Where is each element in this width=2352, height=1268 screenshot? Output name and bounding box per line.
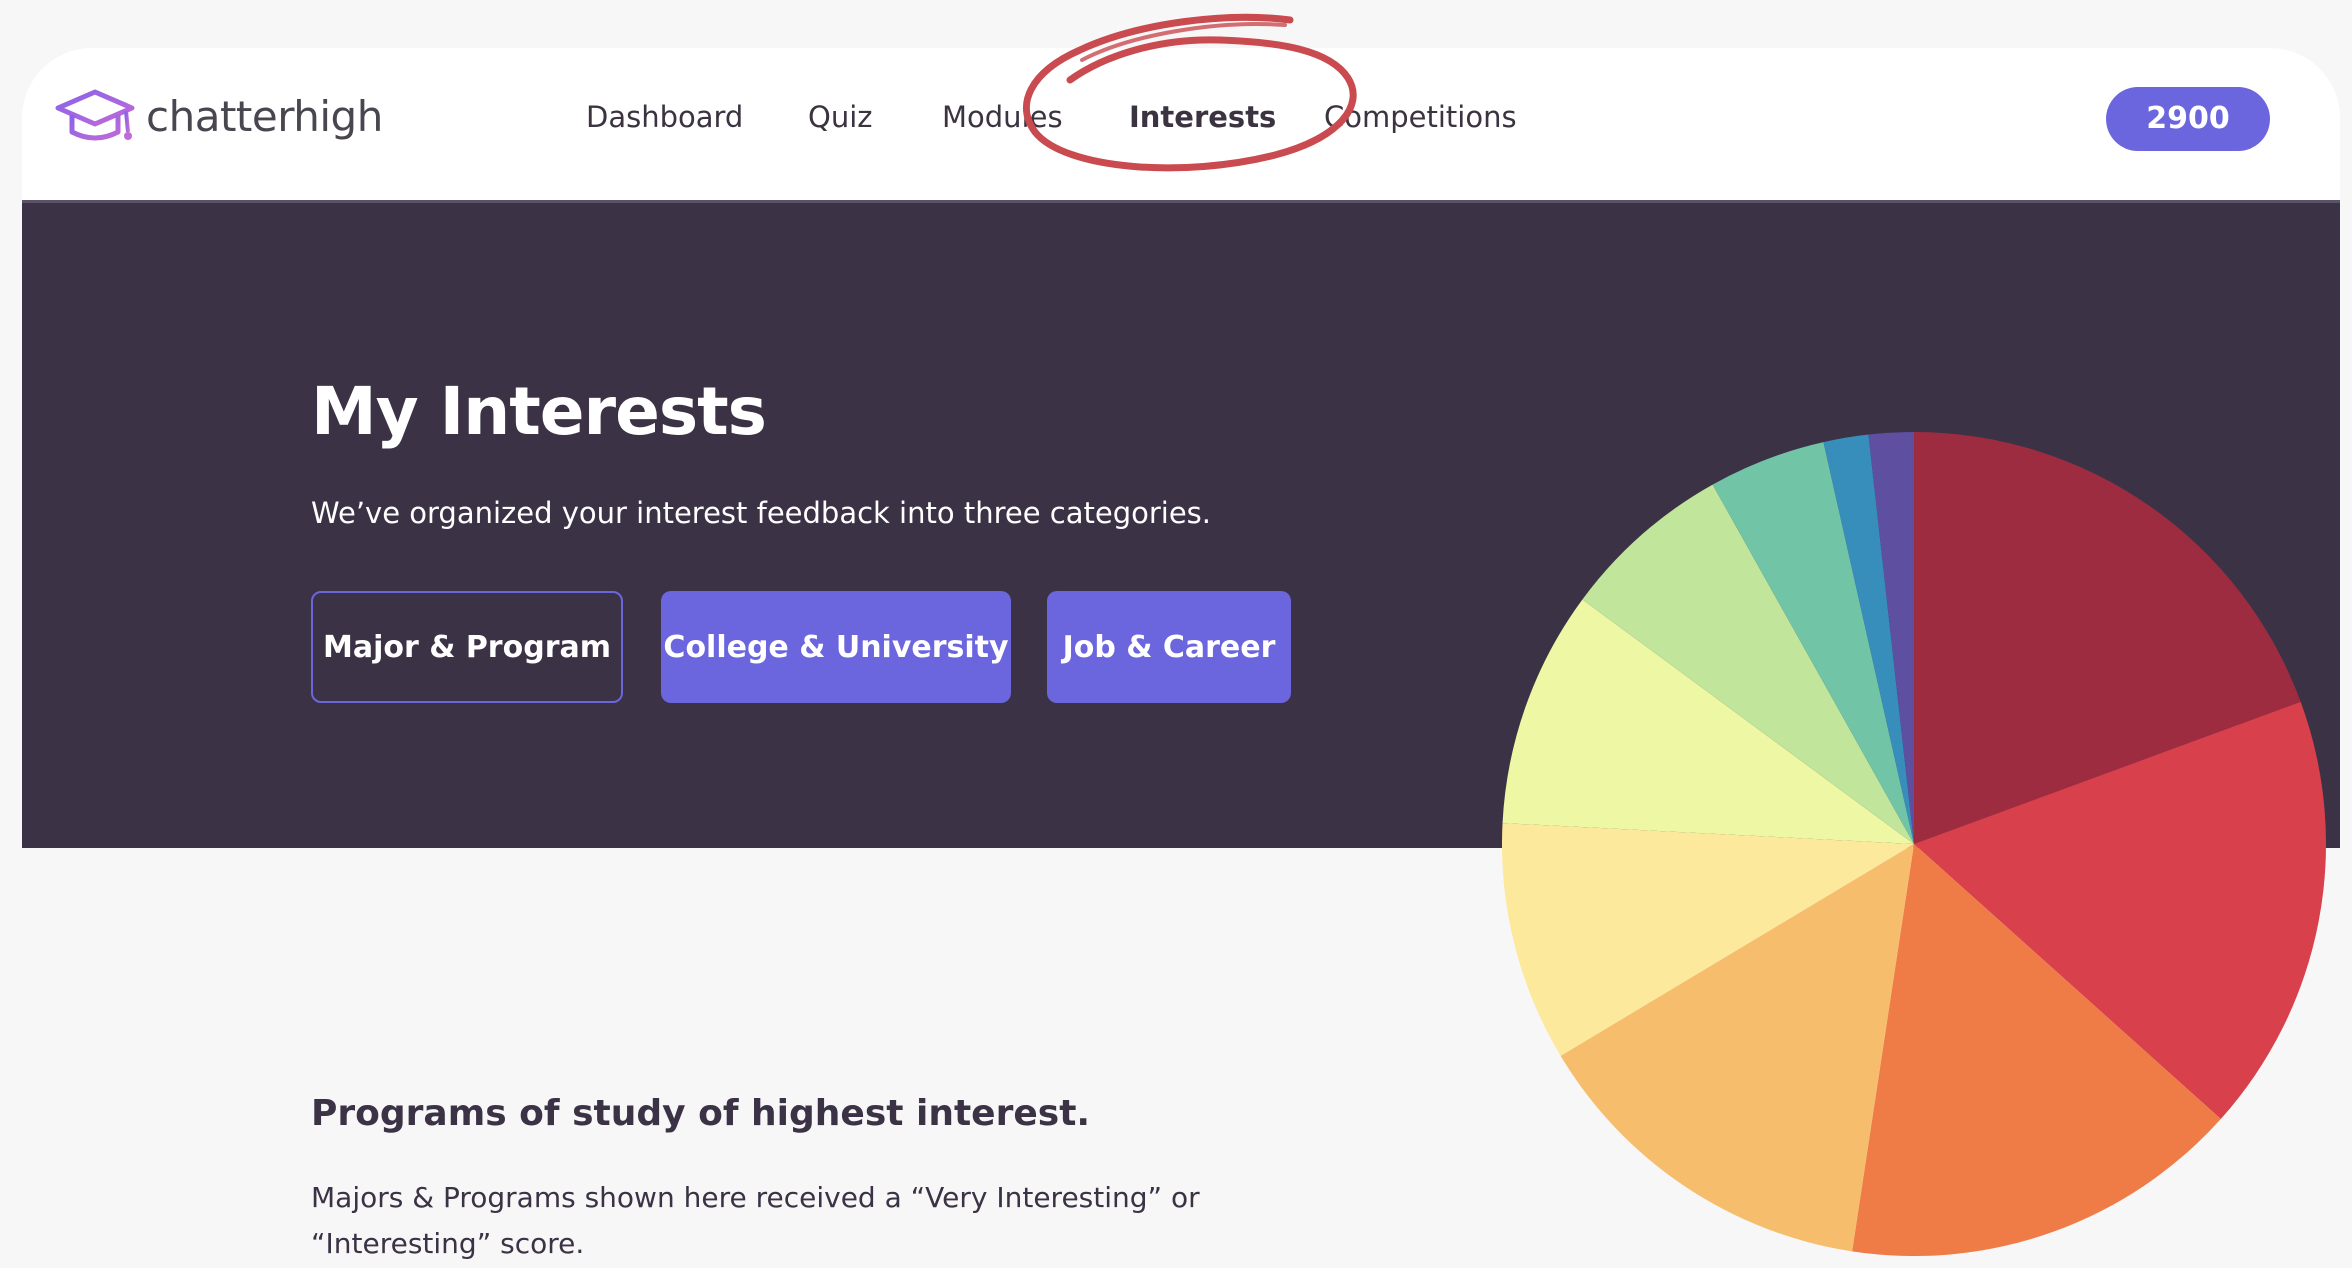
- college-university-button[interactable]: College & University: [661, 591, 1011, 703]
- graduation-cap-icon: [55, 89, 135, 141]
- nav-item-quiz[interactable]: Quiz: [808, 82, 873, 152]
- nav-item-dashboard[interactable]: Dashboard: [586, 82, 743, 152]
- major-program-button[interactable]: Major & Program: [311, 591, 623, 703]
- circle-annotation: [1023, 13, 1357, 172]
- points-badge[interactable]: 2900: [2106, 87, 2270, 151]
- interest-pie-chart: [1502, 432, 2326, 1256]
- section-title: Programs of study of highest interest.: [311, 1093, 1091, 1134]
- job-career-button[interactable]: Job & Career: [1047, 591, 1291, 703]
- logo-text: chatterhigh: [146, 91, 383, 141]
- section-description: Majors & Programs shown here received a …: [311, 1181, 1200, 1260]
- logo[interactable]: chatterhigh: [50, 66, 383, 166]
- page-subtitle: We’ve organized your interest feedback i…: [311, 496, 1211, 530]
- page-title: My Interests: [311, 373, 767, 450]
